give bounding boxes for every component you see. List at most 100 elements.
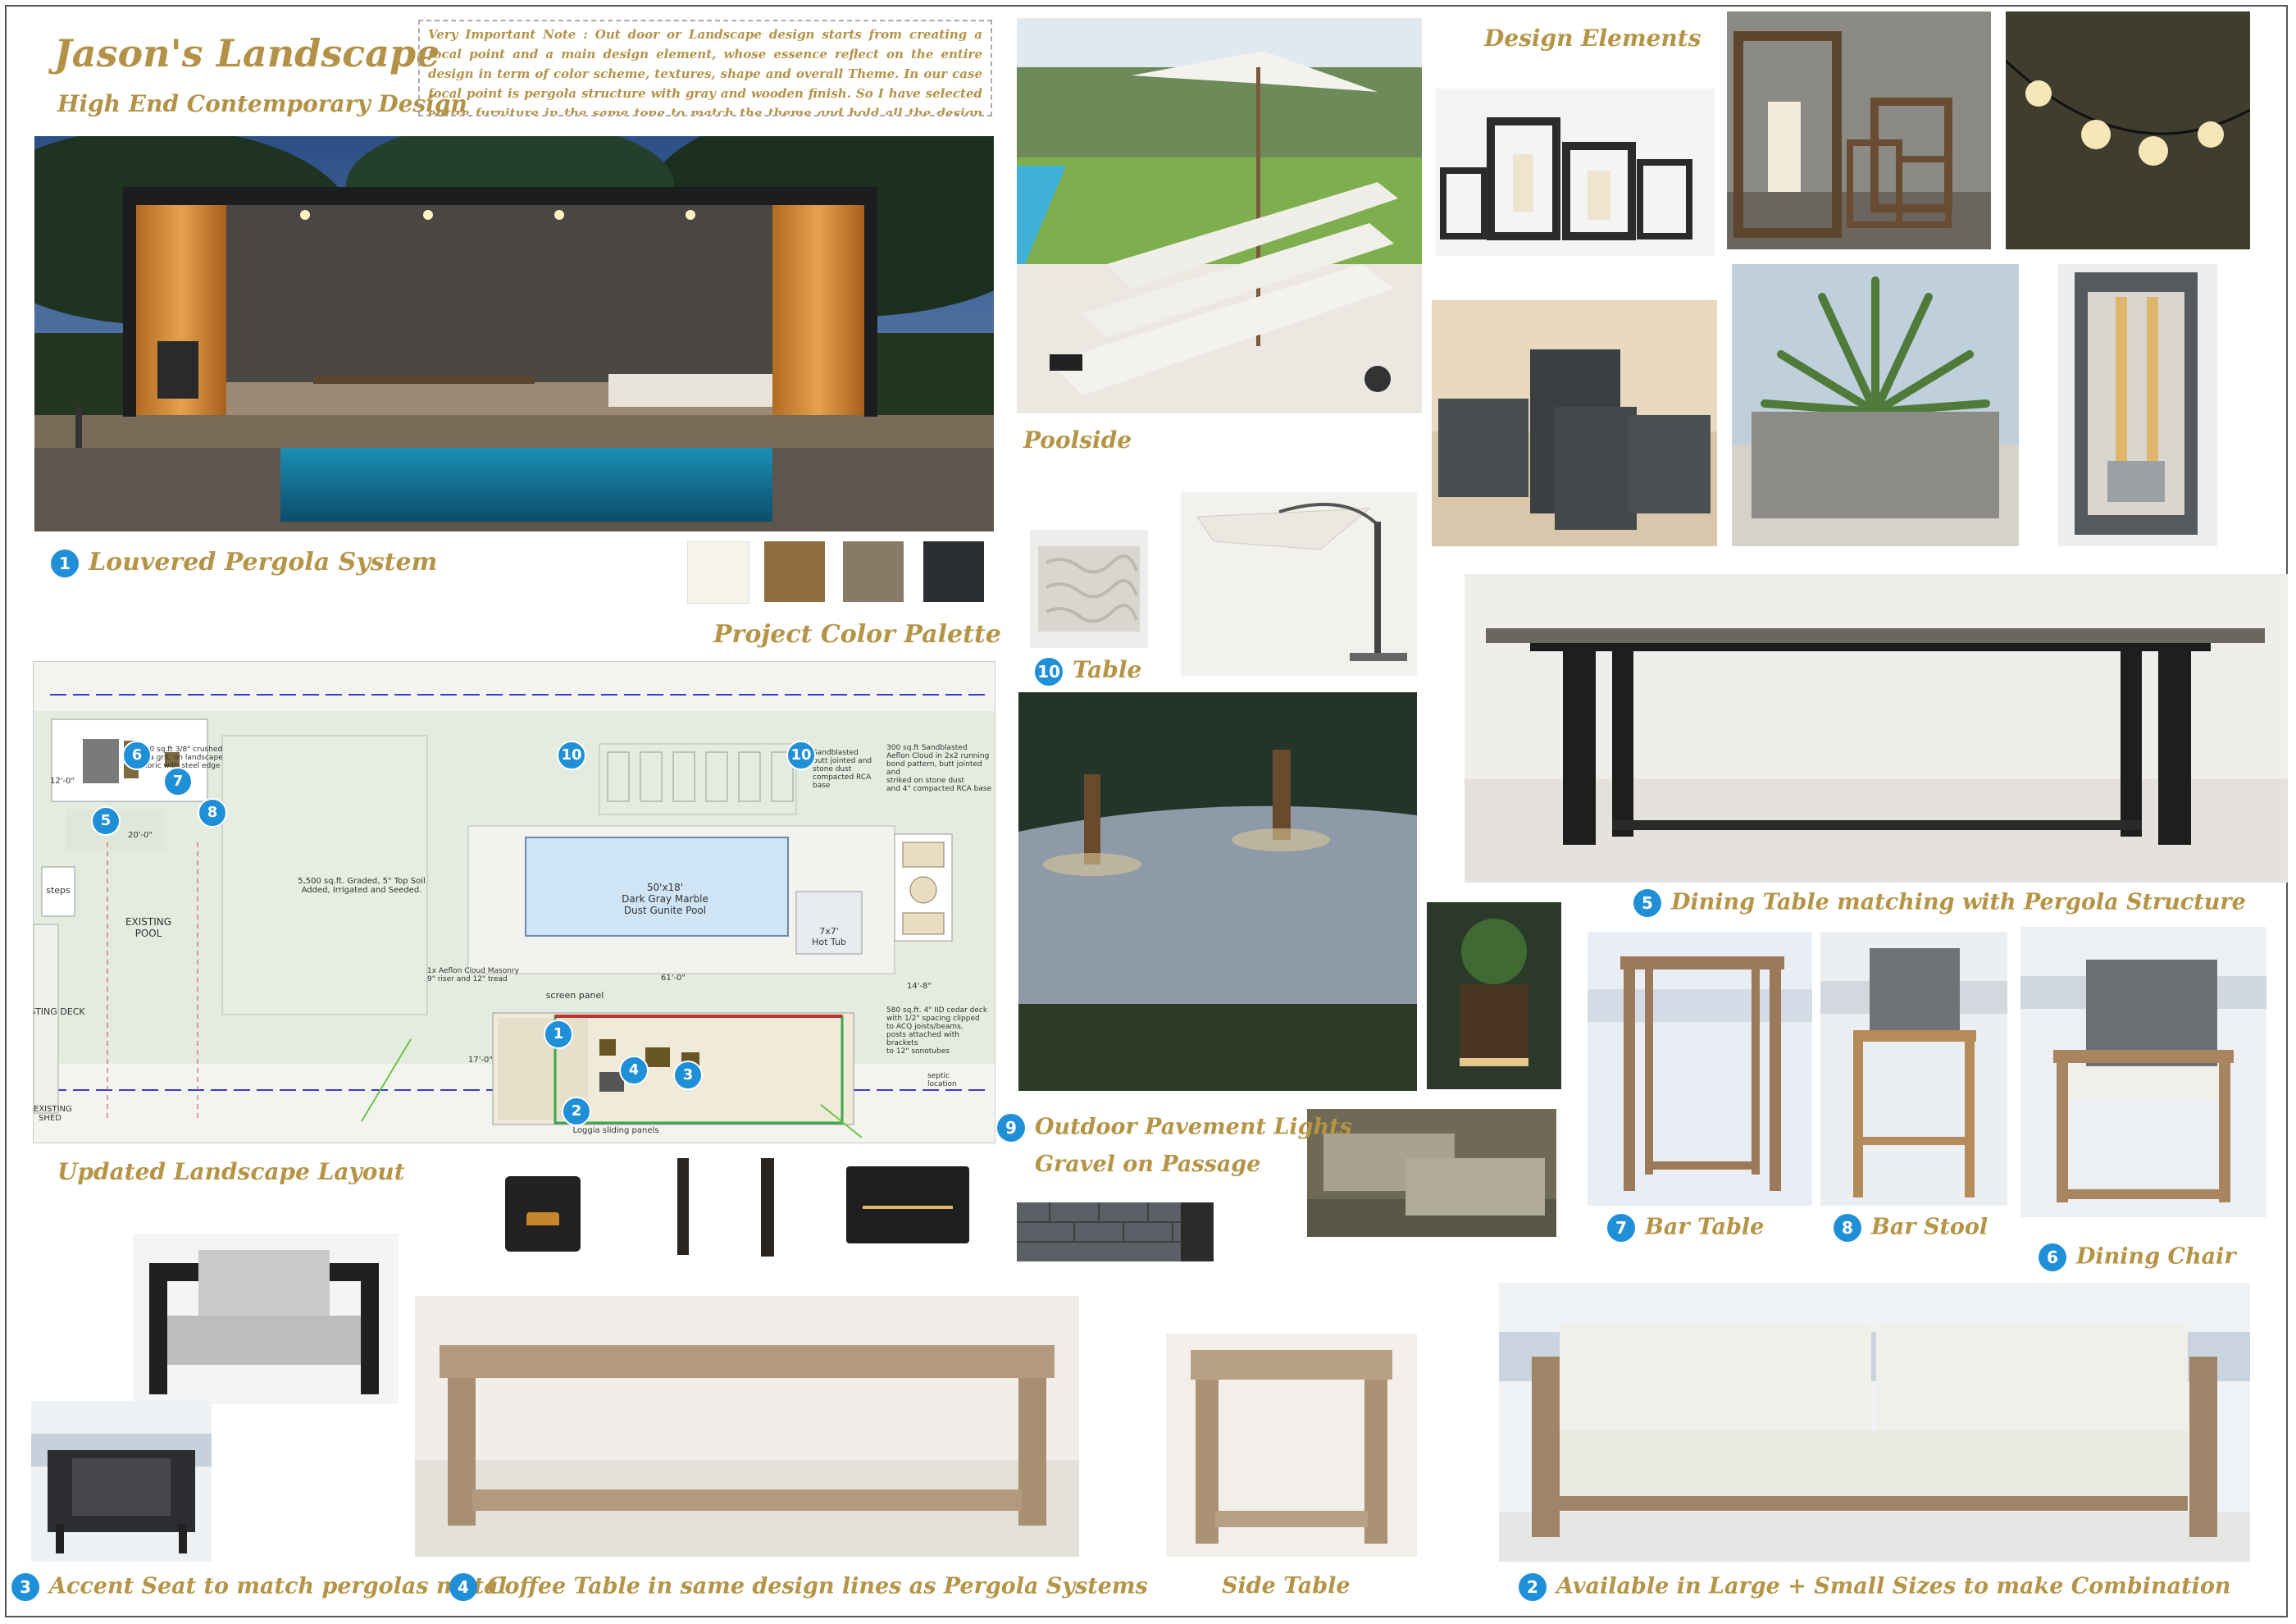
caption-poolside: Poolside [1023,427,1132,454]
caption-accent-seat-text: Accent Seat to match pergolas metal [49,1573,507,1599]
caption-dining-table: 5 Dining Table matching with Pergola Stru… [1633,889,2246,917]
caption-dining-table-text: Dining Table matching with Pergola Struc… [1671,889,2246,915]
plan-marker-5: 5 [91,806,121,836]
plan-marker-3: 3 [673,1061,703,1090]
pavement-lights-photo [1018,692,1417,1091]
badge-9: 9 [997,1114,1025,1142]
lanterns-illustration [1435,89,1715,256]
pavers-photo [1017,1202,1214,1261]
bollard-light-illustration [1427,902,1561,1089]
wall-sconce-photo [2058,264,2217,546]
caption-coffee-table-text: Coffee Table in same design lines as Per… [487,1573,1148,1599]
string-lights-photo [2006,11,2250,249]
plan-deck-note: 580 sq.ft. 4" IID cedar deck with 1/2" s… [886,1006,988,1056]
plan-existing-pool-label: EXISTING POOL [125,916,172,939]
wall-light-bar-1 [677,1158,689,1255]
plan-marker-10b: 10 [786,741,816,770]
caption-bar-table-text: Bar Table [1645,1214,1765,1240]
accent-seat-illustration [133,1234,399,1404]
caption-coffee-table: 4 Coffee Table in same design lines as Pe… [449,1573,1148,1601]
side-table-photo [1166,1334,1417,1557]
wood-lanterns-photo [1727,11,1991,249]
wedge-light-glow [863,1206,953,1209]
plan-marker-8: 8 [198,798,227,828]
caption-lights: 9 Outdoor Pavement Lights [997,1114,1352,1142]
plan-marker-6: 6 [122,741,152,770]
wall-sconce-illustration [2058,264,2217,546]
dining-table-photo [1465,574,2288,883]
poolside-photo [1017,18,1422,413]
plan-septic-label: septic location [927,1072,957,1088]
step-light-fixture [505,1176,581,1252]
caption-side-table: Side Table [1222,1573,1351,1599]
coffee-table-illustration [415,1296,1079,1557]
caption-design-elements: Design Elements [1484,25,1702,52]
cantilever-umbrella-photo [1181,492,1417,676]
important-note: Very Important Note : Out door or Landsc… [418,20,992,116]
pergola-illustration [34,136,994,531]
badge-4: 4 [449,1573,477,1601]
caption-dining-chair: 6 Dining Chair [2039,1243,2236,1271]
stone-table-photo [1030,530,1148,648]
plan-steps-label: steps [46,885,71,896]
poolside-illustration [1017,18,1422,413]
sofa-illustration [1499,1283,2250,1562]
bar-stool-illustration [1820,932,2007,1206]
agave-planter-photo [1732,264,2019,546]
plan-dim-61: 61'-0" [660,974,686,983]
wood-lanterns-illustration [1727,11,1991,249]
pavement-lights-illustration [1018,692,1417,1091]
plan-masonry-note: 1x Aeflon Cloud Masonry 9" riser and 12"… [427,967,519,983]
step-light-glow [526,1212,559,1225]
badge-8: 8 [1834,1214,1861,1242]
caption-dining-chair-text: Dining Chair [2076,1243,2236,1270]
planters-photo [1432,300,1717,546]
caption-table-text: Table [1073,656,1142,683]
badge-10: 10 [1035,657,1063,686]
agave-planter-illustration [1732,264,2019,546]
plan-sod-label: 5,500 sq.ft. Graded, 5" Top Soil Added, … [298,877,426,895]
stone-table-illustration [1030,530,1148,648]
badge-2: 2 [1519,1573,1547,1601]
cantilever-umbrella-illustration [1181,492,1417,676]
badge-5: 5 [1633,889,1661,917]
caption-layout: Updated Landscape Layout [57,1158,405,1185]
plan-gravel-note: 290 sq.ft 3/8" crushed pea grit, on land… [140,746,223,770]
lounge-chair-photo [31,1401,212,1562]
dining-chair-photo [2020,927,2266,1217]
string-lights-illustration [2006,11,2250,249]
badge-3: 3 [11,1573,39,1601]
plan-dim-14: 14'-8" [906,982,932,991]
planters-illustration [1432,300,1717,546]
bar-stool-photo [1820,932,2007,1206]
pavers-illustration [1017,1202,1214,1261]
caption-pergola: 1 Louvered Pergola System [51,548,437,577]
palette-swatch-brown [764,541,825,602]
coffee-table-photo [415,1296,1079,1557]
caption-pergola-text: Louvered Pergola System [89,548,438,577]
badge-6: 6 [2039,1243,2066,1271]
plan-existing-deck-label: EXISTING DECK [34,1006,85,1017]
caption-accent-seat: 3 Accent Seat to match pergolas metal [11,1573,507,1601]
important-note-text: Very Important Note : Out door or Landsc… [428,27,982,116]
board-subtitle: High End Contemporary Design [57,90,467,117]
pergola-photo [34,136,994,531]
landscape-plan: 50'x18' Dark Gray Marble Dust Gunite Poo… [33,661,995,1143]
lanterns-photo [1435,89,1715,256]
caption-lights-text: Outdoor Pavement Lights [1035,1114,1352,1140]
plan-marker-4: 4 [619,1056,649,1085]
bollard-light-photo [1427,902,1561,1089]
palette-swatch-charcoal [923,541,984,602]
accent-seat-photo [133,1234,399,1404]
plan-sand-note: 300 sq.ft Sandblasted Aeflon Cloud in 2x… [886,744,992,793]
plan-marker-10a: 10 [557,741,586,770]
wall-light-bar-2 [761,1158,774,1257]
board-title: Jason's Landscape [54,31,440,75]
caption-gravel: Gravel on Passage [1035,1152,1261,1177]
badge-7: 7 [1607,1214,1635,1242]
plan-pool-label: 50'x18' Dark Gray Marble Dust Gunite Poo… [622,882,708,916]
dining-table-illustration [1465,574,2288,883]
caption-bar-stool: 8 Bar Stool [1834,1214,1988,1242]
wedge-light-fixture [846,1166,969,1243]
dining-chair-illustration [2020,927,2266,1217]
